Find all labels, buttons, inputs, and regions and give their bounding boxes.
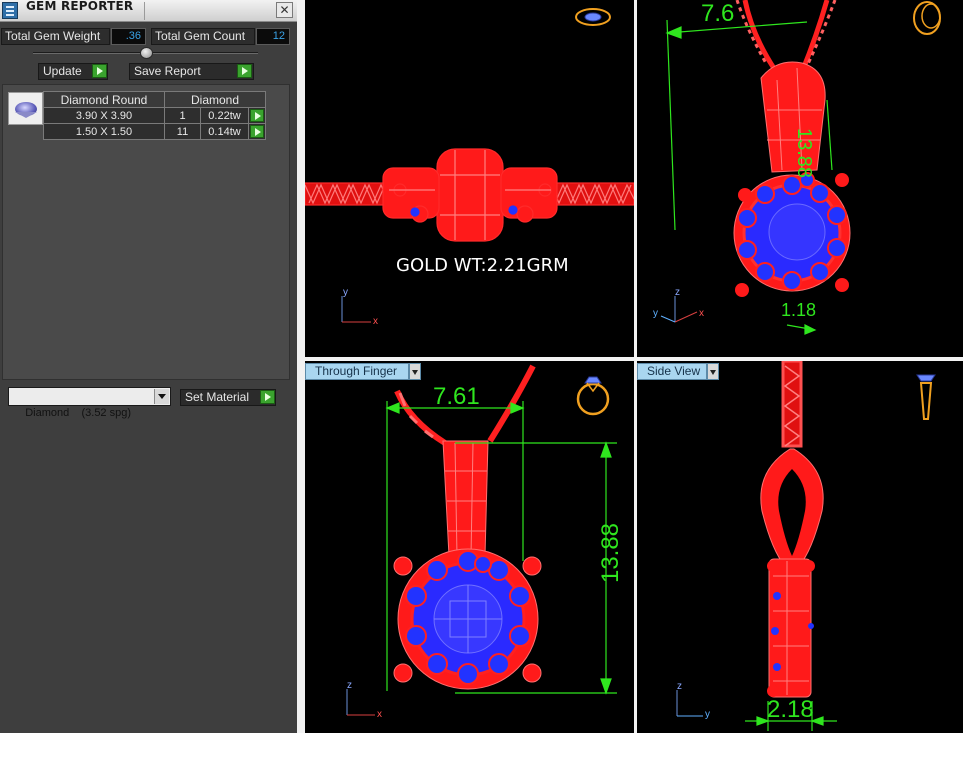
title-divider <box>144 2 145 20</box>
gem-type-header: Diamond <box>164 91 266 108</box>
gem-weight-cell: 0.14tw <box>200 123 249 140</box>
chain <box>735 0 837 73</box>
update-button-label: Update <box>43 64 82 78</box>
chain <box>781 361 803 448</box>
material-selected-value: Diamond (3.52 spg) <box>25 407 132 419</box>
save-report-button[interactable]: Save Report <box>129 63 254 80</box>
gem-size-cell: 1.50 X 1.50 <box>43 123 165 140</box>
total-gem-count-value: 12 <box>256 28 290 45</box>
close-icon: ✕ <box>279 3 290 17</box>
dimension-width-label: 7.6 <box>701 0 735 27</box>
chevron-down-icon[interactable] <box>154 389 169 404</box>
bail-top <box>436 148 504 242</box>
gem-table: Diamond Round Diamond 3.90 X 3.90 1 0.22… <box>43 91 266 140</box>
axis-label-vertical: y <box>343 287 348 298</box>
title-bar: GEM REPORTER ✕ <box>0 0 297 22</box>
gem-weight-cell: 0.22tw <box>200 107 249 124</box>
dimension-width-label: 7.61 <box>433 383 480 410</box>
chain-right <box>548 182 634 206</box>
total-gem-count-label: Total Gem Count <box>151 28 255 45</box>
row-select-button[interactable] <box>248 107 266 124</box>
play-arrow-icon <box>260 390 275 404</box>
view-selector-label: Side View <box>647 364 701 378</box>
axis-gizmo <box>660 296 698 323</box>
cad-viewports: y x GOLD WT:2.21GRM 7.6 13.88 1.18 z x y… <box>297 0 963 733</box>
total-gem-weight-label: Total Gem Weight <box>1 28 110 45</box>
ring-orientation-icon[interactable] <box>909 0 945 36</box>
axis-label-vertical: z <box>347 680 352 691</box>
close-button[interactable]: ✕ <box>276 2 293 18</box>
gem-size-cell: 3.90 X 3.90 <box>43 107 165 124</box>
chevron-down-icon[interactable] <box>707 363 719 380</box>
gem-list-area: Diamond Round Diamond 3.90 X 3.90 1 0.22… <box>2 84 290 380</box>
axis-gizmo <box>341 296 371 323</box>
gem-shape-header: Diamond Round <box>43 91 165 108</box>
table-row[interactable]: 1.50 X 1.50 11 0.14tw <box>43 123 266 140</box>
set-material-button[interactable]: Set Material <box>180 389 276 406</box>
axis-label-depth: y <box>653 308 658 319</box>
axis-label-vertical: z <box>677 681 682 692</box>
axis-label-vertical: z <box>675 287 680 298</box>
viewport-side[interactable]: Side View 2.18 z y <box>637 361 963 733</box>
ring-orientation-icon[interactable] <box>573 4 613 30</box>
pendant-top-view-render <box>305 148 634 323</box>
ring-orientation-icon[interactable] <box>913 371 939 423</box>
material-dropdown[interactable]: Diamond (3.52 spg) <box>8 387 171 419</box>
play-arrow-icon <box>92 64 107 78</box>
view-selector-dropdown[interactable]: Side View <box>637 363 719 380</box>
axis-label-horizontal: x <box>373 316 378 327</box>
axis-gizmo <box>346 689 375 716</box>
size-slider-thumb[interactable] <box>140 47 153 59</box>
update-button[interactable]: Update <box>38 63 108 80</box>
bail <box>442 440 489 557</box>
row-select-button[interactable] <box>248 123 266 140</box>
viewport-front[interactable]: Through Finger 7.61 13.88 z x <box>305 361 634 733</box>
dimension-height-label: 13.88 <box>793 128 815 179</box>
window-title: GEM REPORTER <box>26 0 134 13</box>
gem-qty-cell: 1 <box>164 107 201 124</box>
total-gem-weight-value: .36 <box>111 28 146 45</box>
dimension-depth-label: 1.18 <box>781 300 817 320</box>
chevron-down-icon[interactable] <box>409 363 421 380</box>
viewport-top[interactable]: y x GOLD WT:2.21GRM <box>305 0 634 357</box>
gold-weight-annotation: GOLD WT:2.21GRM <box>396 255 569 276</box>
axis-label-horizontal: x <box>699 308 704 319</box>
chain-left <box>305 182 391 206</box>
play-arrow-icon <box>250 125 264 138</box>
gem-reporter-app-icon <box>2 2 18 19</box>
view-selector-label: Through Finger <box>315 364 398 378</box>
axis-label-horizontal: y <box>705 709 710 720</box>
view-selector-dropdown[interactable]: Through Finger <box>305 363 421 380</box>
dimension-height-label: 13.88 <box>597 522 625 584</box>
gem-reporter-panel: GEM REPORTER ✕ Total Gem Weight .36 Tota… <box>0 0 297 733</box>
viewport-perspective[interactable]: 7.6 13.88 1.18 z x y <box>637 0 963 357</box>
save-report-button-label: Save Report <box>134 64 201 78</box>
dimension-depth-label: 2.18 <box>767 696 814 723</box>
axis-gizmo <box>676 690 703 717</box>
play-arrow-icon <box>250 109 264 122</box>
axis-label-horizontal: x <box>377 709 382 720</box>
gem-qty-cell: 11 <box>164 123 201 140</box>
ring-orientation-icon[interactable] <box>573 371 613 419</box>
table-row[interactable]: 3.90 X 3.90 1 0.22tw <box>43 107 266 124</box>
set-material-button-label: Set Material <box>185 390 250 404</box>
round-diamond-icon[interactable] <box>8 92 43 125</box>
play-arrow-icon <box>237 64 252 78</box>
